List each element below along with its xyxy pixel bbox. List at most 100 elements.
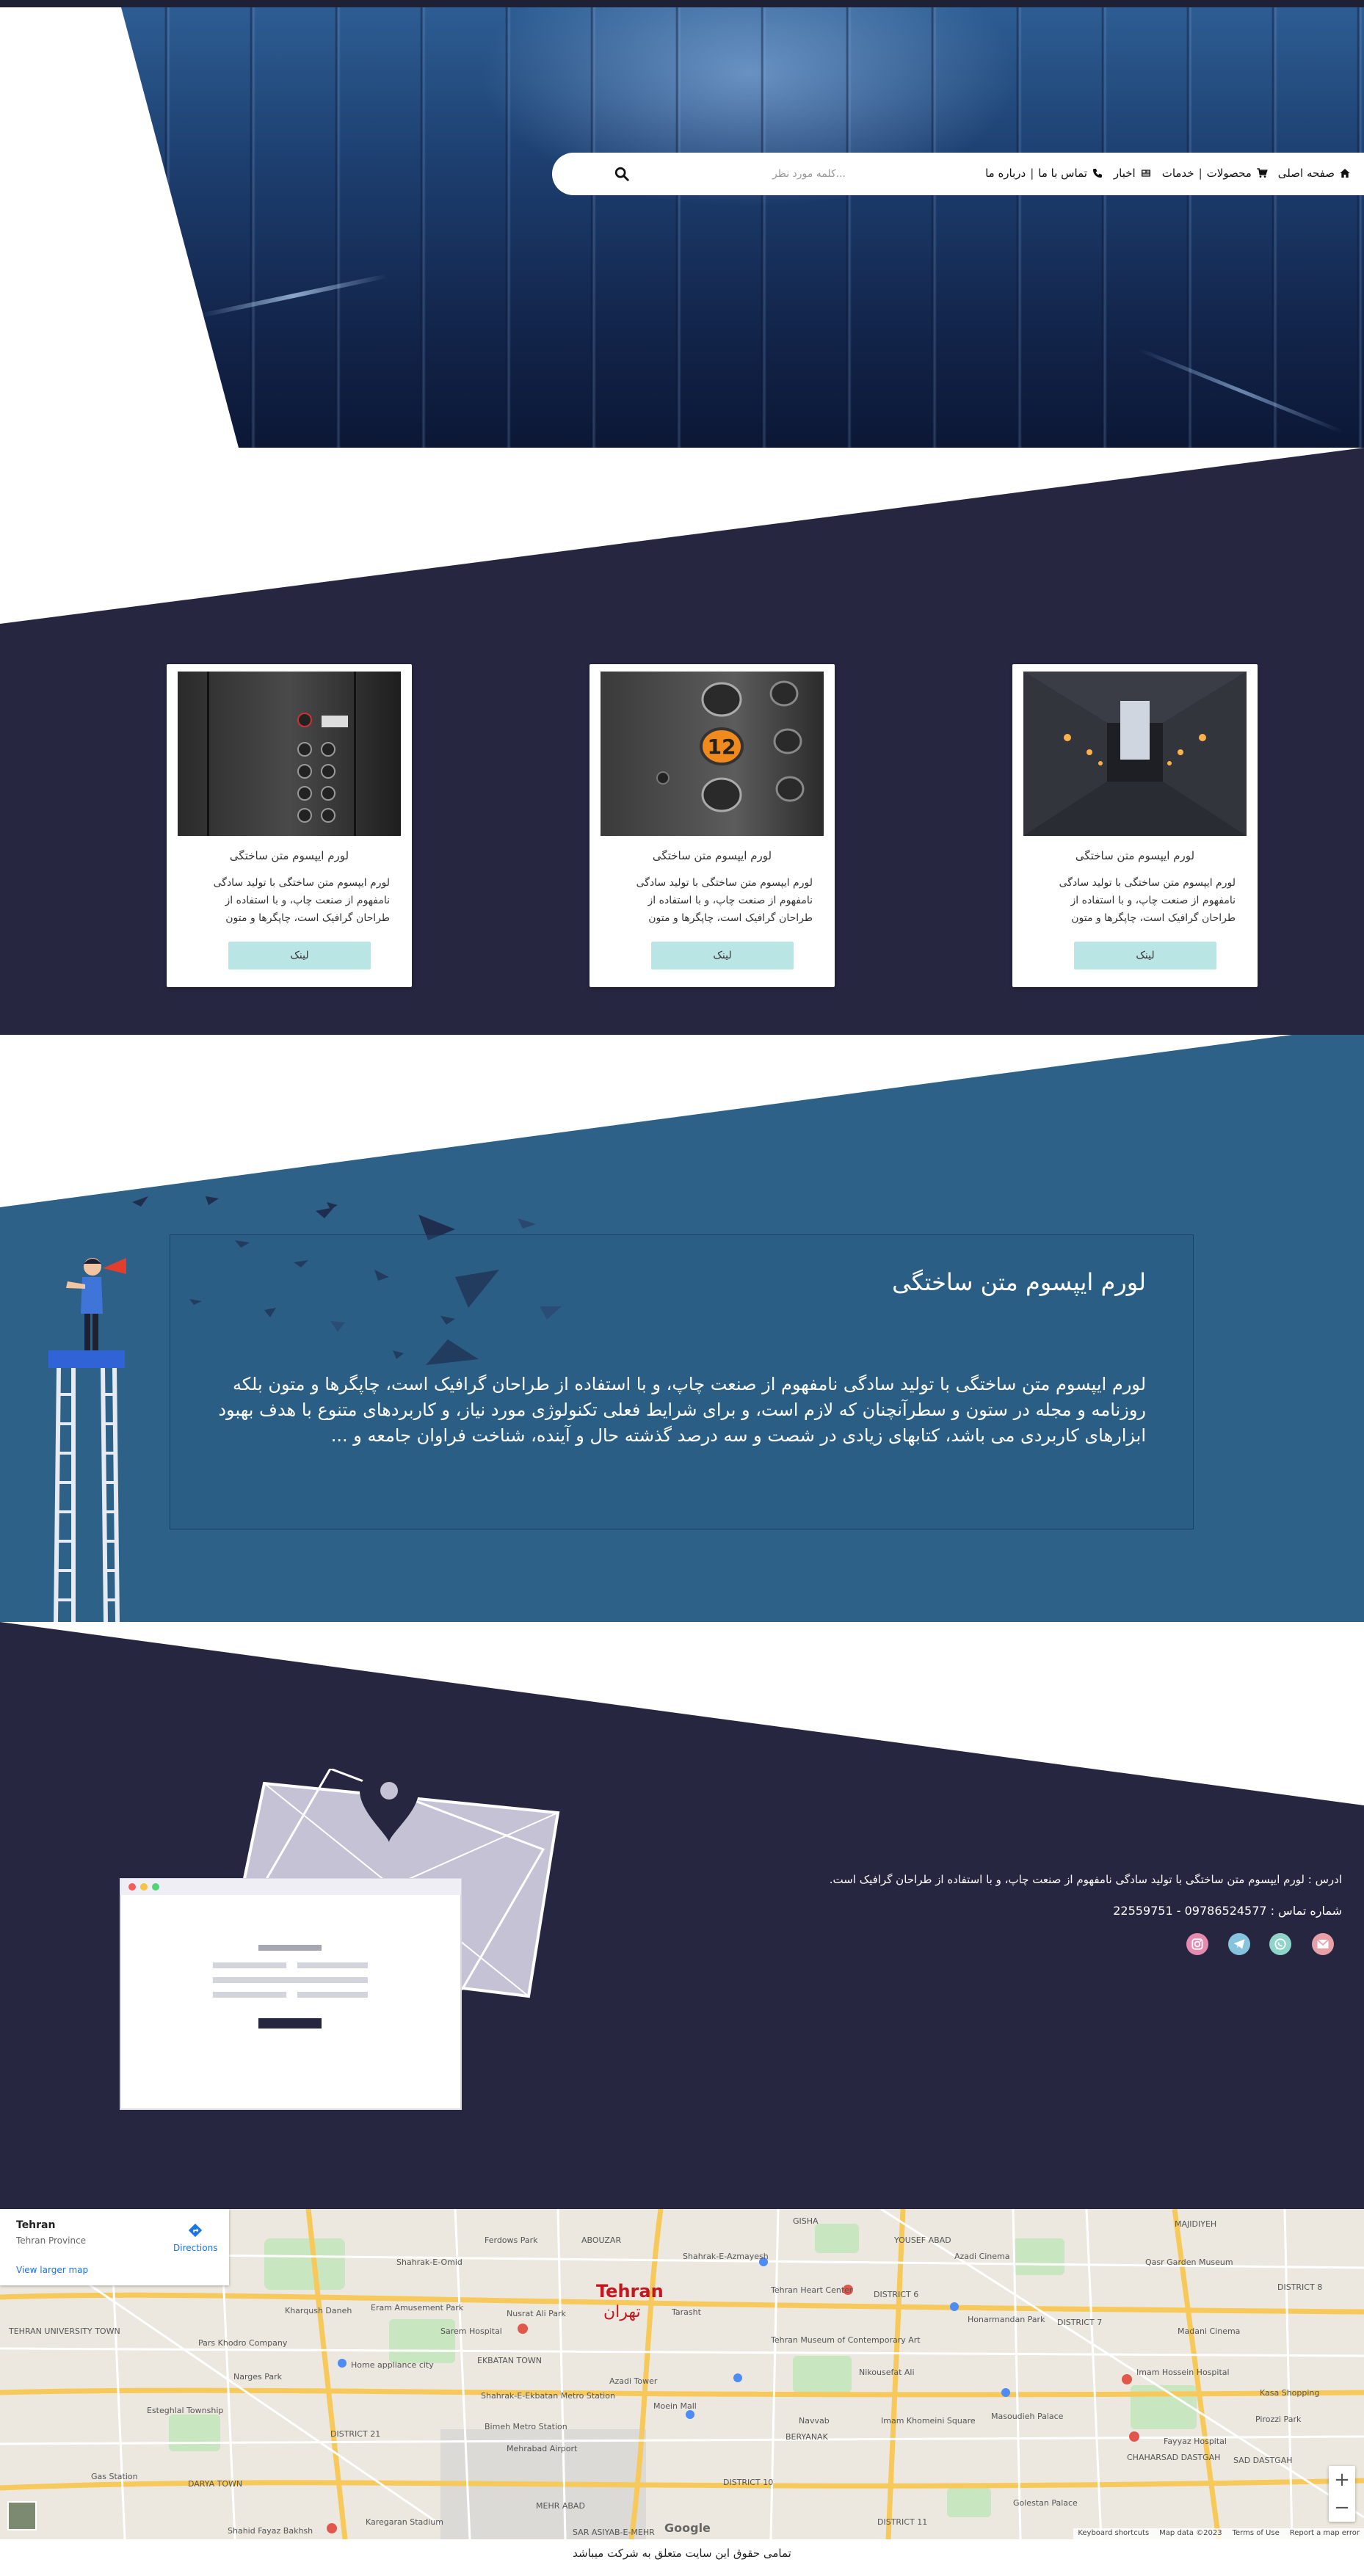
elevator-interior-photo bbox=[121, 7, 1364, 448]
map-label: Imam Hossein Hospital bbox=[1136, 2368, 1230, 2377]
map-place-title: Tehran bbox=[16, 2219, 56, 2231]
nav-item-news[interactable]: اخبار bbox=[1114, 167, 1152, 180]
map-label: GISHA bbox=[793, 2216, 819, 2226]
map-label: Nikousefat Ali bbox=[859, 2368, 915, 2377]
instagram-button[interactable] bbox=[1186, 1933, 1208, 1955]
nav-item-contact[interactable]: تماس با ما bbox=[1038, 167, 1103, 180]
card-text: لورم ایپسوم متن ساختگی با تولید سادگی نا… bbox=[636, 877, 813, 924]
card-text: لورم ایپسوم متن ساختگی با تولید سادگی نا… bbox=[213, 877, 390, 924]
map-zoom-control: + − bbox=[1329, 2466, 1355, 2522]
map-label: DISTRICT 8 bbox=[1277, 2282, 1323, 2292]
map-label: Kasa Shopping bbox=[1260, 2388, 1320, 2398]
about-title: لورم ایپسوم متن ساختگی bbox=[892, 1268, 1146, 1296]
map-place-subtitle: Tehran Province bbox=[16, 2235, 87, 2246]
keyboard-shortcuts-link[interactable]: Keyboard shortcuts bbox=[1078, 2529, 1149, 2539]
top-strip bbox=[0, 0, 1364, 7]
nav-item-services[interactable]: خدمات bbox=[1162, 167, 1194, 180]
map-label: Ferdows Park bbox=[485, 2235, 538, 2245]
directions-icon bbox=[188, 2223, 203, 2238]
map-layer-toggle[interactable] bbox=[7, 2501, 37, 2530]
card-link-button[interactable]: لینک bbox=[1074, 942, 1216, 969]
map-label: Karegaran Stadium bbox=[366, 2517, 444, 2527]
map-label: DISTRICT 6 bbox=[874, 2290, 919, 2299]
nav-contact-label: تماس با ما bbox=[1038, 167, 1087, 180]
main-navbar: صفحه اصلی محصولات | خدمات اخبار تماس با … bbox=[552, 153, 1364, 195]
card-title: لورم ایپسوم متن ساختگی bbox=[652, 849, 772, 862]
map-label: Kharqush Daneh bbox=[285, 2306, 352, 2315]
directions-button[interactable]: Directions bbox=[173, 2222, 217, 2256]
nav-home-label: صفحه اصلی bbox=[1277, 167, 1335, 180]
report-error-link[interactable]: Report a map error bbox=[1290, 2529, 1360, 2539]
card-image bbox=[178, 672, 401, 836]
nav-about-label: درباره ما bbox=[985, 167, 1026, 180]
map-label: DISTRICT 7 bbox=[1057, 2318, 1103, 2327]
nav-menu: صفحه اصلی محصولات | خدمات اخبار تماس با … bbox=[985, 167, 1351, 180]
map-label: Shahrak-E-Ekbatan Metro Station bbox=[481, 2391, 615, 2401]
map-label: Mehrabad Airport bbox=[507, 2444, 578, 2453]
map-label: Imam Khomeini Square bbox=[881, 2416, 976, 2426]
card-title: لورم ایپسوم متن ساختگی bbox=[1075, 849, 1195, 862]
card-text: لورم ایپسوم متن ساختگی با تولید سادگی نا… bbox=[1059, 877, 1236, 924]
map-label: Tehran Museum of Contemporary Art bbox=[771, 2335, 921, 2345]
map-label: Gas Station bbox=[91, 2472, 138, 2481]
map-label: Shahrak-E-Omid bbox=[396, 2257, 462, 2267]
map-label: TEHRAN UNIVERSITY TOWN bbox=[9, 2326, 120, 2336]
card-image bbox=[1023, 672, 1247, 836]
nav-item-about[interactable]: درباره ما bbox=[985, 167, 1026, 180]
email-button[interactable] bbox=[1312, 1933, 1334, 1955]
map-label: YOUSEF ABAD bbox=[894, 2235, 951, 2245]
contact-address: ادرس : لورم ایپسوم متن ساختگی با تولید س… bbox=[829, 1873, 1342, 1886]
view-larger-map-link[interactable]: View larger map bbox=[16, 2265, 88, 2275]
card-image: 12 bbox=[601, 672, 824, 836]
map-label: Shahid Fayaz Bakhsh bbox=[228, 2526, 313, 2536]
elevator-buttons-photo bbox=[178, 672, 401, 836]
card-link-button[interactable]: لینک bbox=[228, 942, 371, 969]
map-label: Esteghlal Township bbox=[147, 2406, 224, 2415]
map-label: Azadi Cinema bbox=[954, 2252, 1010, 2261]
google-map[interactable]: ABOUZAR GISHA YOUSEF ABAD MAJIDIYEH Ferd… bbox=[0, 2209, 1364, 2539]
zoom-out-button[interactable]: − bbox=[1329, 2494, 1355, 2522]
location-illustration bbox=[120, 1769, 560, 2110]
service-card: لورم ایپسوم متن ساختگی لورم ایپسوم متن س… bbox=[167, 664, 412, 987]
elevator-floor-12-photo: 12 bbox=[601, 672, 824, 836]
map-label: Tarasht bbox=[672, 2307, 701, 2317]
map-label: DARYA TOWN bbox=[188, 2479, 243, 2489]
about-box: لورم ایپسوم متن ساختگی لورم ایپسوم متن س… bbox=[170, 1234, 1194, 1529]
nav-item-home[interactable]: صفحه اصلی bbox=[1278, 167, 1351, 180]
map-label: SAD DASTGAH bbox=[1233, 2456, 1293, 2465]
map-label: ABOUZAR bbox=[581, 2235, 622, 2245]
telegram-button[interactable] bbox=[1228, 1933, 1250, 1955]
map-label: CHAHARSAD DASTGAH bbox=[1127, 2453, 1221, 2462]
card-link-button[interactable]: لینک bbox=[651, 942, 794, 969]
directions-label: Directions bbox=[173, 2243, 218, 2253]
map-label: Home appliance city bbox=[351, 2360, 434, 2370]
search-button[interactable] bbox=[614, 166, 630, 182]
nav-services-label: خدمات bbox=[1161, 167, 1194, 180]
map-label: Honarmandan Park bbox=[968, 2315, 1045, 2324]
telegram-icon bbox=[1233, 1939, 1245, 1949]
whatsapp-button[interactable] bbox=[1269, 1933, 1291, 1955]
terms-link[interactable]: Terms of Use bbox=[1233, 2529, 1280, 2539]
map-label: MAJIDIYEH bbox=[1175, 2219, 1217, 2229]
map-label: Azadi Tower bbox=[609, 2376, 658, 2386]
instagram-icon bbox=[1191, 1938, 1203, 1950]
map-label: SAR ASIYAB-E-MEHR bbox=[573, 2528, 655, 2537]
phone-icon bbox=[1092, 169, 1102, 178]
nav-item-products[interactable]: محصولات bbox=[1207, 167, 1268, 180]
hero-banner bbox=[0, 7, 1364, 448]
map-label: MEHR ABAD bbox=[536, 2501, 585, 2511]
ladder-person-illustration bbox=[48, 1258, 126, 1622]
nav-news-label: اخبار bbox=[1113, 167, 1136, 180]
elevator-shaft-photo bbox=[1023, 672, 1247, 836]
email-icon bbox=[1316, 1939, 1329, 1949]
map-label: EKBATAN TOWN bbox=[477, 2356, 542, 2365]
map-label: Madani Cinema bbox=[1178, 2326, 1241, 2336]
map-label: Narges Park bbox=[233, 2372, 283, 2382]
map-city-label: Tehran bbox=[596, 2281, 664, 2302]
footer: تمامی حقوق این سایت متعلق به شرکت میباشد bbox=[0, 2539, 1364, 2576]
light-reflection bbox=[1137, 347, 1344, 434]
search-input[interactable] bbox=[670, 163, 846, 185]
map-label: DISTRICT 10 bbox=[723, 2478, 774, 2487]
map-label: DISTRICT 21 bbox=[330, 2429, 381, 2439]
zoom-in-button[interactable]: + bbox=[1329, 2466, 1355, 2494]
